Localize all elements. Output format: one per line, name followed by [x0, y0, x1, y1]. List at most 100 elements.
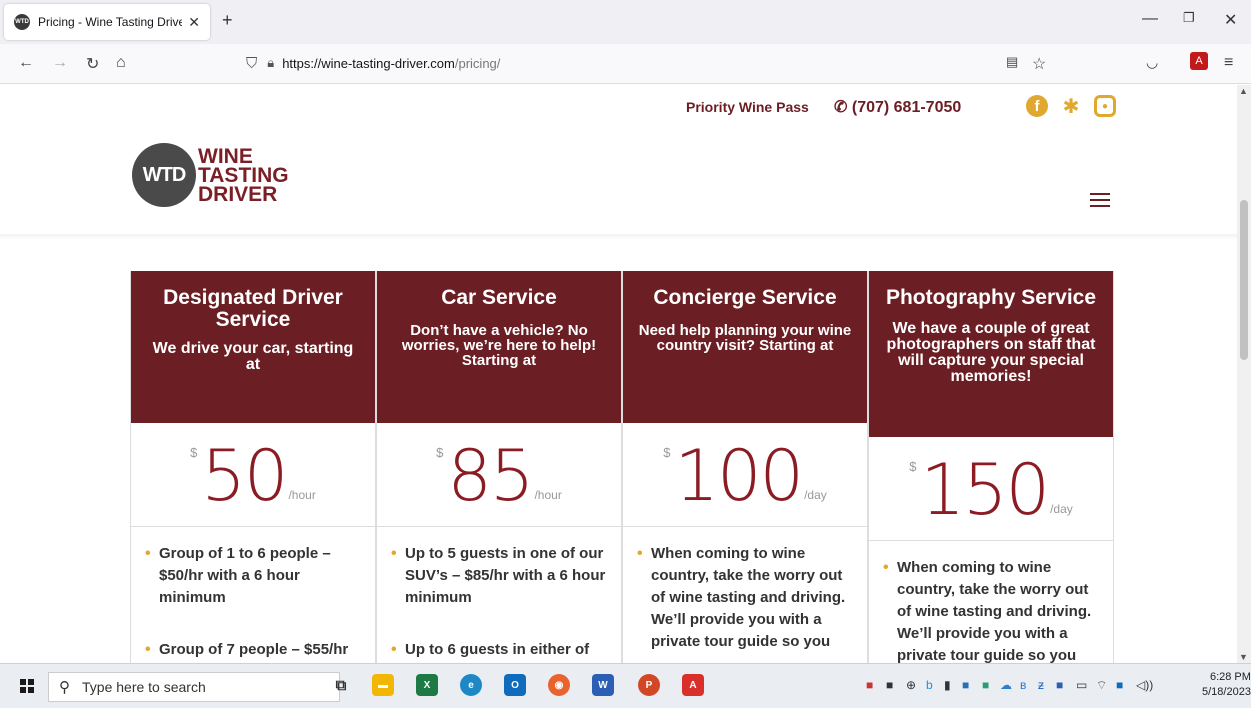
minimize-icon[interactable]: —: [1142, 10, 1158, 28]
card-description: We drive your car, starting at: [152, 340, 354, 373]
powerpoint-icon[interactable]: P: [638, 674, 660, 696]
scroll-down-icon[interactable]: ▼: [1239, 652, 1248, 662]
wifi-icon[interactable]: ⌔: [1096, 678, 1107, 693]
tray-app-icon[interactable]: ■: [962, 678, 969, 692]
phone-link[interactable]: ✆ (707) 681-7050: [834, 97, 961, 117]
card-title: Designated Driver Service: [163, 286, 343, 331]
phone-number: (707) 681-7050: [851, 99, 962, 116]
browser-tab[interactable]: WTD Pricing - Wine Tasting Driver ✕: [4, 4, 210, 40]
tab-title: Pricing - Wine Tasting Driver: [38, 15, 183, 29]
scroll-up-icon[interactable]: ▲: [1239, 86, 1248, 96]
social-links: f ✱ ●: [1026, 95, 1116, 118]
card-price: $ 100 /day: [623, 423, 867, 527]
list-item: Group of 7 people – $55/hr: [145, 639, 361, 661]
pdf-extension-icon[interactable]: A: [1190, 52, 1208, 70]
instagram-icon[interactable]: ●: [1094, 95, 1116, 117]
lock-icon[interactable]: 🔒︎: [267, 55, 274, 71]
priority-wine-pass-link[interactable]: Priority Wine Pass: [686, 99, 809, 115]
word-icon[interactable]: W: [592, 674, 614, 696]
tray-app-icon[interactable]: ■: [866, 678, 873, 692]
home-icon[interactable]: ⌂: [116, 54, 126, 72]
tab-bar: WTD Pricing - Wine Tasting Driver ✕ + — …: [0, 0, 1251, 44]
price-amount: 100: [674, 435, 804, 517]
card-header: Photography Service We have a couple of …: [869, 271, 1113, 437]
hamburger-menu-icon[interactable]: [1090, 193, 1110, 211]
list-item: Up to 5 guests in one of our SUV’s – $85…: [391, 543, 607, 609]
card-price: $ 150 /day: [869, 437, 1113, 541]
windows-start-icon[interactable]: [20, 679, 34, 693]
feature-list: When coming to wine country, take the wo…: [623, 527, 867, 653]
feature-list: When coming to wine country, take the wo…: [869, 541, 1113, 663]
battery-icon[interactable]: ▭: [1076, 678, 1087, 692]
scrollbar-thumb[interactable]: [1240, 200, 1248, 360]
excel-icon[interactable]: X: [416, 674, 438, 696]
tray-app-icon[interactable]: ⊕: [906, 678, 916, 692]
close-tab-icon[interactable]: ✕: [188, 14, 200, 31]
list-item: When coming to wine country, take the wo…: [637, 543, 853, 653]
onedrive-icon[interactable]: ☁: [1000, 678, 1012, 692]
card-description: Don’t have a vehicle? No worries, we’re …: [401, 322, 597, 369]
search-icon: ⚲: [59, 679, 70, 696]
price-amount: 50: [201, 435, 288, 517]
facebook-icon[interactable]: f: [1026, 95, 1048, 117]
price-unit: /hour: [288, 488, 316, 502]
tray-app-icon[interactable]: ■: [1056, 678, 1063, 692]
microphone-icon[interactable]: ▮: [944, 678, 951, 692]
windows-taskbar: ⚲ Type here to search ⧉ ▬ X e O ◉ W P A …: [0, 663, 1251, 708]
card-description: We have a couple of great photographers …: [886, 320, 1096, 385]
edge-icon[interactable]: e: [460, 674, 482, 696]
card-price: $ 50 /hour: [131, 423, 375, 527]
new-tab-icon[interactable]: +: [222, 10, 233, 31]
page-scrollbar[interactable]: [1237, 85, 1251, 663]
yelp-icon[interactable]: ✱: [1060, 95, 1082, 118]
pocket-icon[interactable]: ◡: [1146, 54, 1158, 71]
card-title: Car Service: [441, 286, 557, 309]
tray-app-icon[interactable]: b: [926, 678, 933, 692]
phone-icon: ✆: [834, 99, 848, 116]
menu-icon[interactable]: ≡: [1224, 54, 1233, 72]
forward-icon[interactable]: →: [52, 54, 68, 72]
tray-app-icon[interactable]: ■: [982, 678, 989, 692]
pricing-card-photography: Photography Service We have a couple of …: [868, 271, 1114, 663]
price-unit: /hour: [534, 488, 562, 502]
volume-icon[interactable]: ◁)): [1136, 678, 1153, 692]
site-logo[interactable]: WTD WINE TASTING DRIVER: [132, 143, 289, 207]
tracking-protection-icon[interactable]: ⛉: [246, 55, 257, 72]
file-explorer-icon[interactable]: ▬: [372, 674, 394, 696]
acrobat-icon[interactable]: A: [682, 674, 704, 696]
card-header: Car Service Don’t have a vehicle? No wor…: [377, 271, 621, 423]
back-icon[interactable]: ←: [18, 54, 34, 72]
price-amount: 85: [447, 435, 534, 517]
firefox-icon[interactable]: ◉: [548, 674, 570, 696]
taskbar-search[interactable]: ⚲ Type here to search: [48, 672, 340, 702]
reload-icon[interactable]: ↻: [86, 54, 99, 74]
url-text[interactable]: https://wine-tasting-driver.com/pricing/: [282, 56, 500, 71]
header-divider: [0, 234, 1237, 240]
feature-list: Up to 5 guests in one of our SUV’s – $85…: [377, 527, 621, 661]
list-item: When coming to wine country, take the wo…: [883, 557, 1099, 663]
card-header: Designated Driver Service We drive your …: [131, 271, 375, 423]
tray-app-icon[interactable]: ƶ: [1038, 678, 1044, 692]
pricing-card-designated-driver: Designated Driver Service We drive your …: [130, 271, 376, 663]
pricing-cards: Designated Driver Service We drive your …: [130, 271, 1116, 663]
site-favicon-icon: WTD: [14, 14, 30, 30]
bluetooth-icon[interactable]: ʙ: [1020, 678, 1026, 692]
pricing-card-car-service: Car Service Don’t have a vehicle? No wor…: [376, 271, 622, 663]
restore-icon[interactable]: ❐: [1183, 10, 1195, 26]
outlook-tray-icon[interactable]: ■: [1116, 678, 1123, 692]
clock[interactable]: 6:28 PM 5/18/2023: [1202, 670, 1251, 700]
card-header: Concierge Service Need help planning you…: [623, 271, 867, 423]
address-bar[interactable]: ⛉ 🔒︎ https://wine-tasting-driver.com/pri…: [240, 48, 1060, 78]
card-description: Need help planning your wine country vis…: [638, 322, 852, 354]
list-item: Group of 1 to 6 people – $50/hr with a 6…: [145, 543, 361, 609]
close-window-icon[interactable]: ✕: [1224, 10, 1237, 30]
logo-mark: WTD: [132, 143, 196, 207]
list-item: Up to 6 guests in either of: [391, 639, 607, 661]
search-placeholder: Type here to search: [82, 679, 206, 695]
tray-app-icon[interactable]: ■: [886, 678, 893, 692]
feature-list: Group of 1 to 6 people – $50/hr with a 6…: [131, 527, 375, 661]
outlook-icon[interactable]: O: [504, 674, 526, 696]
card-price: $ 85 /hour: [377, 423, 621, 527]
card-title: Photography Service: [885, 286, 1097, 309]
task-view-icon[interactable]: ⧉: [330, 674, 352, 696]
